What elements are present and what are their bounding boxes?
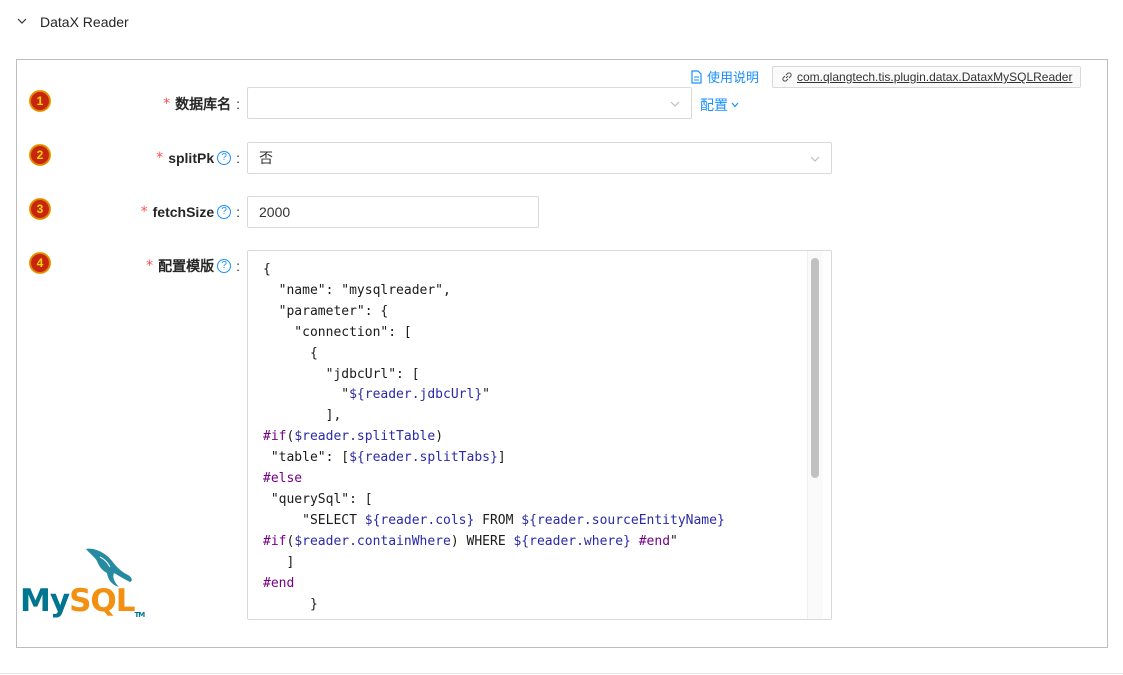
- field-label-template: * 配置模版 ? :: [100, 255, 240, 277]
- chevron-down-icon: [810, 156, 820, 162]
- link-icon: [782, 72, 792, 82]
- fetchsize-input-value: 2000: [259, 204, 291, 220]
- required-mark: *: [146, 258, 154, 274]
- field-label-text: 配置模版: [158, 258, 215, 274]
- config-link-label: 配置: [700, 97, 728, 113]
- splitpk-select-value: 否: [259, 150, 273, 166]
- plugin-class-link[interactable]: com.qlangtech.tis.plugin.datax.DataxMySQ…: [772, 66, 1082, 88]
- label-colon: :: [236, 258, 240, 274]
- field-index-badge: 2: [29, 144, 51, 166]
- field-label-fetchsize: * fetchSize ? :: [100, 201, 240, 223]
- field-label-text: splitPk: [168, 150, 215, 166]
- field-label-text: fetchSize: [152, 204, 215, 220]
- section-title: DataX Reader: [40, 14, 129, 30]
- help-icon[interactable]: ?: [217, 259, 232, 273]
- mysql-wordmark: MySQLTM: [20, 583, 146, 619]
- plugin-class-label: com.qlangtech.tis.plugin.datax.DataxMySQ…: [797, 70, 1073, 84]
- scrollbar-thumb[interactable]: [811, 258, 819, 478]
- splitpk-select[interactable]: 否: [247, 142, 832, 174]
- document-icon: [691, 69, 702, 84]
- mysql-logo: MySQLTM: [20, 545, 145, 620]
- field-index-badge: 3: [29, 198, 51, 220]
- section-header[interactable]: DataX Reader: [0, 0, 1123, 46]
- help-icon[interactable]: ?: [217, 151, 232, 165]
- doc-link[interactable]: 使用说明: [690, 67, 759, 86]
- mysql-tm: TM: [134, 611, 146, 619]
- dbname-select[interactable]: [247, 87, 692, 119]
- field-index-badge: 4: [29, 252, 51, 274]
- chevron-down-icon: [731, 102, 739, 108]
- chevron-down-icon[interactable]: [16, 15, 28, 27]
- label-colon: :: [236, 150, 240, 166]
- field-label-splitpk: * splitPk ? :: [100, 147, 240, 169]
- dbname-config-link[interactable]: 配置: [700, 95, 740, 115]
- required-mark: *: [156, 150, 164, 166]
- required-mark: *: [140, 204, 148, 220]
- mysql-text-sql: SQL: [69, 583, 135, 619]
- mysql-text-my: My: [20, 583, 70, 619]
- template-code-text[interactable]: { "name": "mysqlreader", "parameter": { …: [263, 260, 725, 615]
- required-mark: *: [163, 96, 171, 112]
- template-code-editor[interactable]: { "name": "mysqlreader", "parameter": { …: [247, 250, 832, 620]
- chevron-down-icon: [670, 101, 680, 107]
- label-colon: :: [236, 204, 240, 220]
- field-index-badge: 1: [29, 90, 51, 112]
- bottom-divider: [0, 673, 1123, 674]
- doc-link-label: 使用说明: [707, 70, 760, 85]
- field-label-dbname: * 数据库名 :: [100, 93, 240, 115]
- fetchsize-input[interactable]: 2000: [247, 196, 539, 228]
- label-colon: :: [236, 96, 240, 112]
- help-icon[interactable]: ?: [217, 205, 232, 219]
- field-label-text: 数据库名: [175, 96, 232, 112]
